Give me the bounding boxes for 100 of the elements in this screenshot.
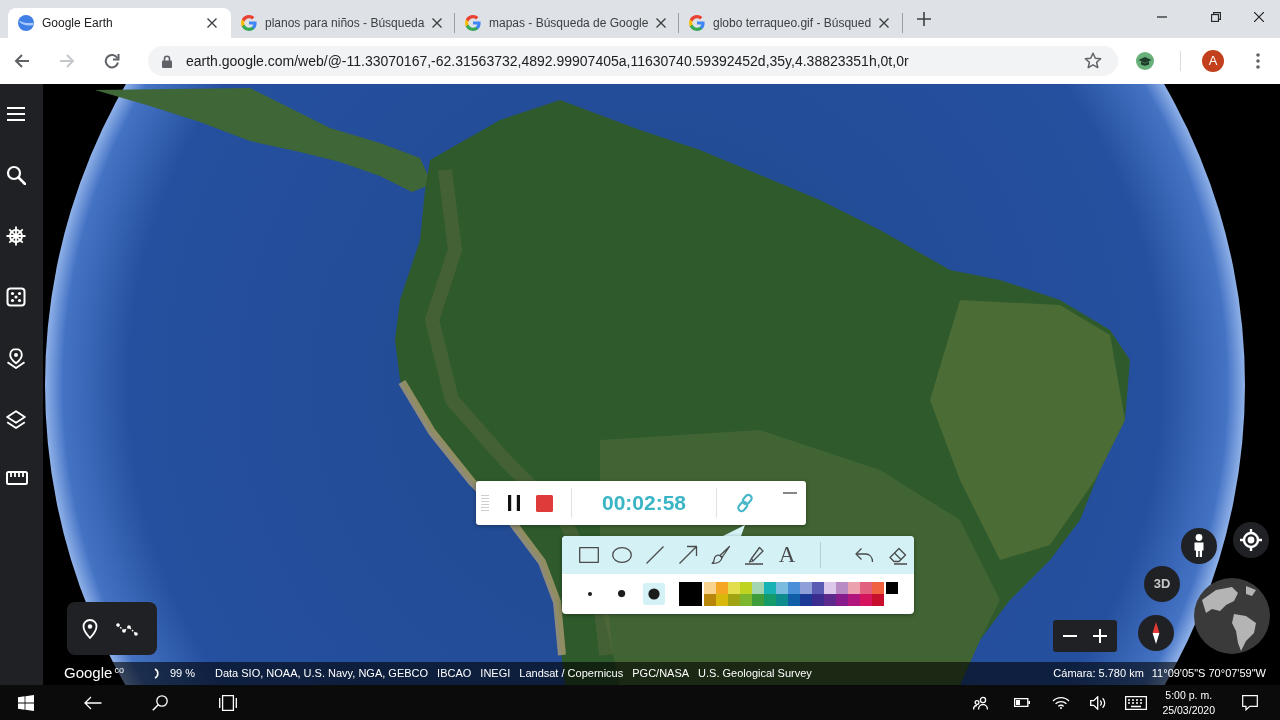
map-pin-icon[interactable] — [82, 618, 98, 639]
color-swatch-icon[interactable] — [728, 582, 740, 594]
color-swatch-icon[interactable] — [776, 582, 788, 594]
color-swatch-icon[interactable] — [886, 582, 898, 594]
pause-icon[interactable] — [508, 495, 520, 511]
undo-icon[interactable] — [854, 545, 874, 565]
color-swatch-icon[interactable] — [716, 594, 728, 606]
browser-tab[interactable]: globo terraqueo.gif - Búsqued — [679, 8, 902, 38]
color-swatch-icon[interactable] — [848, 594, 860, 606]
stop-icon[interactable] — [536, 494, 553, 512]
attribution-text: U.S. Geological Survey — [698, 666, 812, 682]
more-icon[interactable] — [1256, 53, 1260, 69]
close-icon[interactable] — [656, 18, 667, 28]
attribution-text: INEGI — [480, 666, 511, 682]
brush-size-icon[interactable] — [588, 592, 592, 596]
color-swatch-icon[interactable] — [740, 594, 752, 606]
graduation-cap-icon[interactable] — [1136, 52, 1154, 70]
color-swatch-icon[interactable] — [872, 582, 884, 594]
color-swatch-icon[interactable] — [788, 582, 800, 594]
person-icon[interactable] — [1181, 528, 1217, 564]
attribution-text: Landsat / Copernicus — [519, 666, 624, 682]
start-icon[interactable] — [18, 694, 34, 711]
star-icon[interactable] — [1084, 52, 1102, 70]
volume-icon[interactable] — [1090, 695, 1107, 710]
globe-icon[interactable] — [1194, 578, 1270, 654]
eraser-icon[interactable] — [888, 545, 908, 565]
color-swatch-icon[interactable] — [704, 582, 716, 594]
close-icon[interactable] — [879, 18, 890, 28]
ruler-icon[interactable] — [6, 471, 28, 485]
url-text: earth.google.com/web/@-11.33070167,-62.31563732,4892.99907405a,11630740.59392452d,35y,4.38823351h,0t,0r — [186, 51, 910, 71]
menu-icon[interactable] — [6, 104, 26, 124]
color-swatch-icon[interactable] — [812, 582, 824, 594]
people-icon[interactable] — [973, 695, 989, 710]
search-icon[interactable] — [6, 165, 26, 185]
color-swatch-icon[interactable] — [788, 594, 800, 606]
highlighter-icon[interactable] — [744, 545, 764, 565]
speech-bubble-icon[interactable] — [1242, 694, 1258, 711]
reload-icon[interactable] — [104, 53, 120, 69]
globe-icon — [18, 15, 34, 31]
arrow-icon[interactable] — [678, 545, 698, 565]
close-icon[interactable] — [432, 18, 443, 28]
loading-spinner-icon — [153, 668, 160, 679]
g-logo-icon — [465, 15, 481, 31]
color-swatch-icon[interactable] — [812, 594, 824, 606]
browser-tab[interactable]: planos para niños - Búsqueda — [231, 8, 454, 38]
locate-icon[interactable] — [1233, 522, 1269, 558]
compass-icon[interactable] — [1138, 615, 1174, 651]
ship-wheel-icon[interactable] — [6, 226, 26, 246]
map-pin-icon[interactable] — [6, 348, 26, 369]
path-icon[interactable] — [116, 621, 138, 636]
keyboard-icon[interactable] — [1125, 695, 1148, 710]
color-swatch-icon[interactable] — [860, 582, 872, 594]
color-swatch-icon[interactable] — [824, 582, 836, 594]
line-icon[interactable] — [645, 545, 665, 565]
color-swatch-icon[interactable] — [716, 582, 728, 594]
task-view-icon[interactable] — [219, 694, 237, 711]
address-bar[interactable]: earth.google.com/web/@-11.33070167,-62.31563732,4892.99907405a,11630740.59392452d,35y,4.38823351h,0t,0r — [148, 46, 1118, 76]
recording-timer: 00:02:58 — [600, 490, 688, 517]
browser-tab[interactable]: mapas - Búsqueda de Google — [455, 8, 678, 38]
loading-percent: 99 % — [169, 666, 195, 682]
wifi-icon[interactable] — [1052, 696, 1071, 709]
dice-icon[interactable] — [6, 287, 26, 307]
color-swatch-icon[interactable] — [860, 594, 872, 606]
coordinates-text: 11°09'05"S 70°07'59"W — [1151, 666, 1266, 682]
color-swatch-icon[interactable] — [704, 594, 716, 606]
layers-icon[interactable] — [6, 410, 26, 430]
color-swatch-icon[interactable] — [776, 594, 788, 606]
browser-tab[interactable]: Google Earth — [8, 8, 231, 38]
back-arrow-icon[interactable] — [14, 53, 30, 69]
attribution-text: IBCAO — [437, 666, 472, 682]
drag-handle-icon[interactable] — [481, 495, 489, 511]
color-swatch-icon[interactable] — [824, 594, 836, 606]
rectangle-icon[interactable] — [579, 545, 599, 565]
color-swatch-icon[interactable] — [764, 582, 776, 594]
clock-date[interactable]: 25/03/2020 — [1162, 702, 1215, 717]
brush-size-icon[interactable] — [643, 583, 665, 605]
search-icon[interactable] — [152, 694, 168, 711]
color-swatch-icon[interactable] — [740, 582, 752, 594]
close-icon[interactable] — [1254, 12, 1264, 22]
color-swatch-icon[interactable] — [728, 594, 740, 606]
color-swatch-icon[interactable] — [752, 594, 764, 606]
logo-suffix-text: co — [114, 664, 124, 677]
restore-icon[interactable] — [1211, 12, 1221, 22]
attribution-text: PGC/NASA — [632, 666, 690, 682]
color-swatch-icon[interactable] — [836, 594, 848, 606]
color-swatch-icon[interactable] — [848, 582, 860, 594]
profile-avatar[interactable]: A — [1202, 50, 1224, 72]
ellipse-icon[interactable] — [612, 545, 632, 565]
close-icon[interactable] — [207, 18, 217, 28]
battery-icon[interactable] — [1014, 698, 1031, 707]
color-swatch-icon[interactable] — [836, 582, 848, 594]
brush-icon[interactable] — [711, 545, 731, 565]
color-swatch-icon[interactable] — [752, 582, 764, 594]
color-swatch-icon[interactable] — [800, 582, 812, 594]
color-swatch-icon[interactable] — [764, 594, 776, 606]
color-swatch-icon[interactable] — [872, 594, 884, 606]
brush-size-icon[interactable] — [618, 590, 626, 598]
text-tool-button[interactable]: A — [777, 543, 797, 567]
clock-time[interactable]: 5:00 p. m. — [1162, 688, 1215, 703]
color-swatch-icon[interactable] — [800, 594, 812, 606]
